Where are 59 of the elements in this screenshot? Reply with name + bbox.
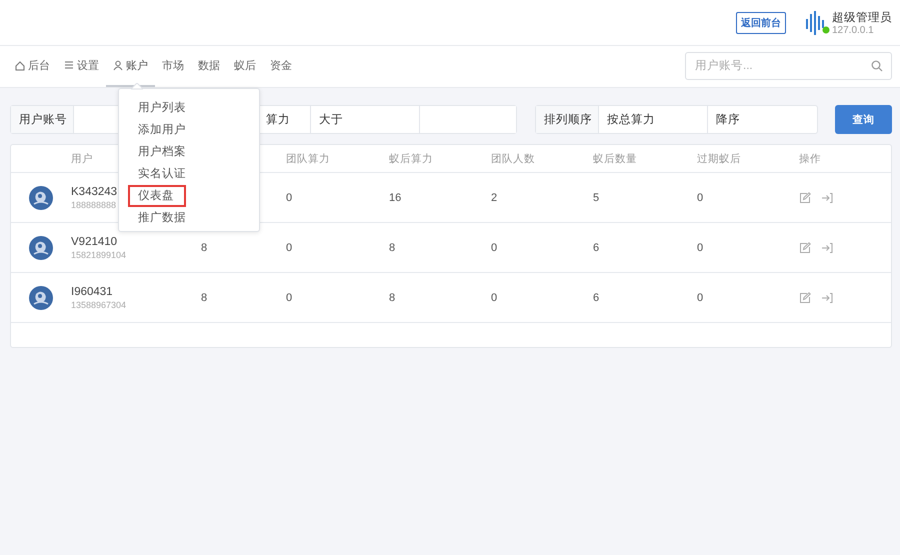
table-cell: 6	[593, 242, 600, 254]
nav-tab[interactable]: 设置	[57, 46, 106, 87]
login-icon[interactable]	[821, 192, 833, 204]
table-cell: 0	[697, 192, 704, 204]
nav-tab[interactable]: 市场	[155, 46, 191, 87]
table-cell: 0	[491, 292, 498, 304]
table-cell: 5	[593, 192, 600, 204]
search-icon	[871, 60, 883, 72]
table-cell: 0	[491, 242, 498, 254]
table-cell: 8	[201, 242, 208, 254]
edit-icon[interactable]	[799, 292, 811, 304]
avatar-icon	[29, 286, 53, 310]
login-icon[interactable]	[821, 292, 833, 304]
user-phone: 15821899104	[71, 250, 126, 260]
user-phone: 13588967304	[71, 300, 126, 310]
table-cell: 8	[389, 292, 396, 304]
query-button[interactable]: 查询	[835, 105, 892, 134]
menu-item[interactable]: 用户档案	[128, 141, 198, 163]
nav-tab[interactable]: 后台	[8, 46, 57, 87]
table-cell: 0	[286, 242, 292, 254]
user-name: 超级管理员	[832, 10, 892, 24]
avatar-icon	[29, 236, 53, 260]
user-phone: 188888888	[71, 200, 116, 210]
table-cell: 0	[697, 292, 704, 304]
user-icon	[113, 60, 123, 71]
user-account: K343243	[71, 186, 118, 198]
table-cell: 8	[389, 242, 396, 254]
table-cell: 0	[286, 292, 292, 304]
column-header: 操作	[799, 152, 821, 166]
edit-icon[interactable]	[799, 192, 811, 204]
column-header: 过期蚁后	[697, 152, 741, 166]
logo-icon	[804, 10, 826, 34]
list-icon	[64, 60, 74, 71]
menu-item[interactable]: 仪表盘	[128, 185, 186, 207]
table-cell: 8	[201, 292, 208, 304]
user-account: V921410	[71, 236, 118, 248]
table-cell: 2	[491, 192, 498, 204]
column-header: 用户	[71, 152, 93, 166]
return-front-button[interactable]: 返回前台	[736, 12, 786, 34]
home-icon	[15, 60, 25, 71]
nav-tab[interactable]: 资金	[263, 46, 299, 87]
table-cell: 0	[286, 192, 292, 204]
table-cell: 6	[593, 292, 600, 304]
search-field[interactable]: 用户账号...	[685, 52, 892, 80]
column-header: 团队人数	[491, 152, 535, 166]
user-account: I960431	[71, 286, 113, 298]
nav-tab[interactable]: 数据	[191, 46, 227, 87]
avatar-icon	[29, 186, 53, 210]
login-icon[interactable]	[821, 242, 833, 254]
table-cell: 16	[389, 192, 402, 204]
edit-icon[interactable]	[799, 242, 811, 254]
menu-item[interactable]: 实名认证	[128, 163, 198, 185]
column-header: 蚁后算力	[389, 152, 433, 166]
nav-tab[interactable]: 蚁后	[227, 46, 263, 87]
table-cell: 0	[697, 242, 704, 254]
user-ip: 127.0.0.1	[832, 24, 875, 36]
menu-item[interactable]: 推广数据	[128, 207, 198, 229]
column-header: 蚁后数量	[593, 152, 637, 166]
column-header: 团队算力	[286, 152, 330, 166]
